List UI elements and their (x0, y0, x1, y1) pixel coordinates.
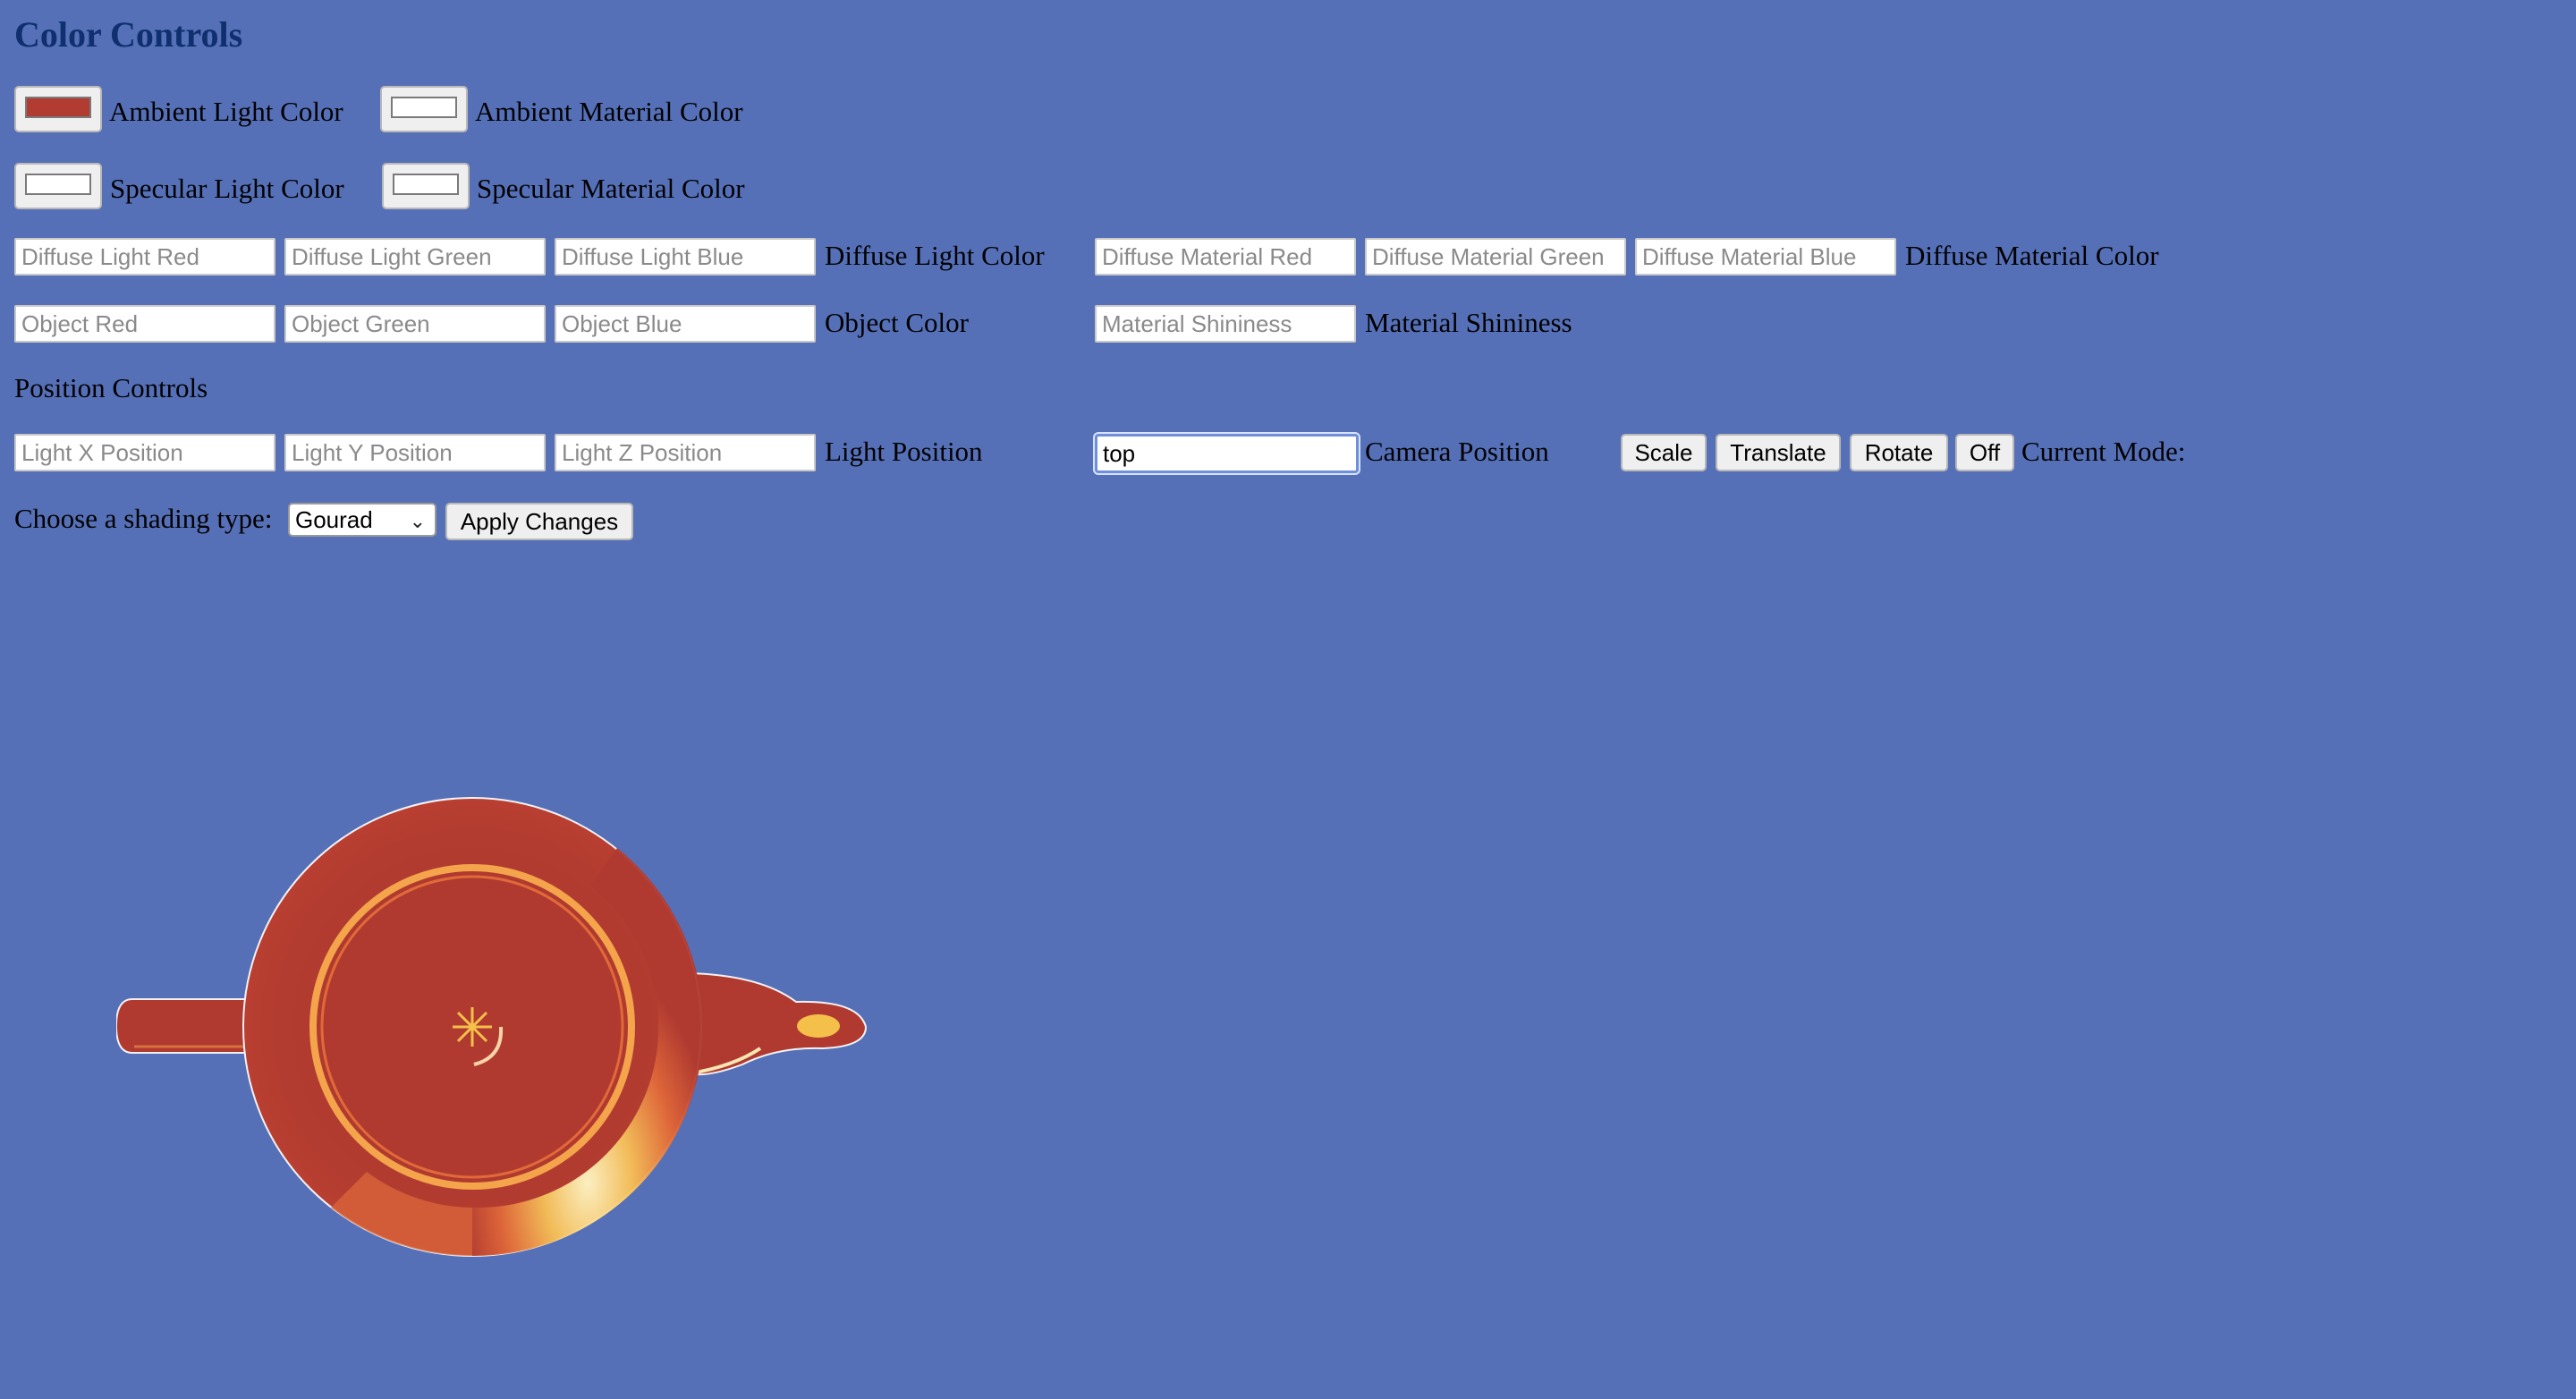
light-z-position-input[interactable] (555, 434, 816, 471)
specular-light-color-label: Specular Light Color (110, 173, 344, 204)
object-color-label: Object Color (825, 307, 969, 338)
object-blue-input[interactable] (555, 305, 816, 343)
specular-material-color-label: Specular Material Color (477, 173, 745, 204)
render-canvas[interactable] (116, 778, 894, 1279)
diffuse-material-blue-input[interactable] (1635, 238, 1896, 276)
rotate-button[interactable]: Rotate (1850, 434, 1948, 471)
light-x-position-input[interactable] (14, 434, 275, 471)
translate-button[interactable]: Translate (1716, 434, 1841, 471)
ambient-material-color-picker[interactable] (380, 86, 468, 132)
ambient-light-color-picker[interactable] (14, 86, 102, 132)
current-mode-label: Current Mode: (2021, 436, 2186, 467)
teapot-handle (116, 998, 251, 1054)
specular-material-color-picker[interactable] (382, 163, 470, 209)
object-green-input[interactable] (284, 305, 546, 343)
diffuse-light-green-input[interactable] (284, 238, 546, 276)
scale-button[interactable]: Scale (1621, 434, 1707, 471)
chevron-down-icon: ⌄ (409, 510, 426, 532)
position-controls-heading: Position Controls (14, 372, 208, 403)
ambient-light-color-swatch (25, 97, 91, 118)
ambient-light-color-label: Ambient Light Color (109, 96, 343, 127)
apply-changes-button[interactable]: Apply Changes (445, 503, 633, 540)
color-controls-heading: Color Controls (14, 14, 243, 55)
teapot-spout-tip (797, 1014, 840, 1038)
diffuse-light-red-input[interactable] (14, 238, 275, 276)
diffuse-material-red-input[interactable] (1095, 238, 1356, 276)
diffuse-material-green-input[interactable] (1365, 238, 1626, 276)
ambient-material-color-swatch (391, 97, 457, 118)
material-shininess-input[interactable] (1095, 305, 1356, 343)
camera-position-label: Camera Position (1365, 436, 1549, 467)
ambient-material-color-label: Ambient Material Color (475, 96, 743, 127)
off-button[interactable]: Off (1955, 434, 2014, 471)
camera-position-input[interactable] (1093, 432, 1360, 475)
diffuse-material-color-label: Diffuse Material Color (1905, 240, 2159, 271)
diffuse-light-color-label: Diffuse Light Color (825, 240, 1045, 271)
light-y-position-input[interactable] (284, 434, 546, 471)
diffuse-light-blue-input[interactable] (555, 238, 816, 276)
material-shininess-label: Material Shininess (1365, 307, 1572, 338)
specular-light-color-picker[interactable] (14, 163, 102, 209)
shading-type-label: Choose a shading type: (14, 503, 273, 534)
light-position-label: Light Position (825, 436, 983, 467)
object-red-input[interactable] (14, 305, 275, 343)
specular-light-color-swatch (25, 174, 91, 195)
shading-type-selected-value: Gourad (295, 506, 373, 533)
specular-material-color-swatch (393, 174, 459, 195)
shading-type-select[interactable]: Gourad ⌄ (288, 503, 436, 537)
